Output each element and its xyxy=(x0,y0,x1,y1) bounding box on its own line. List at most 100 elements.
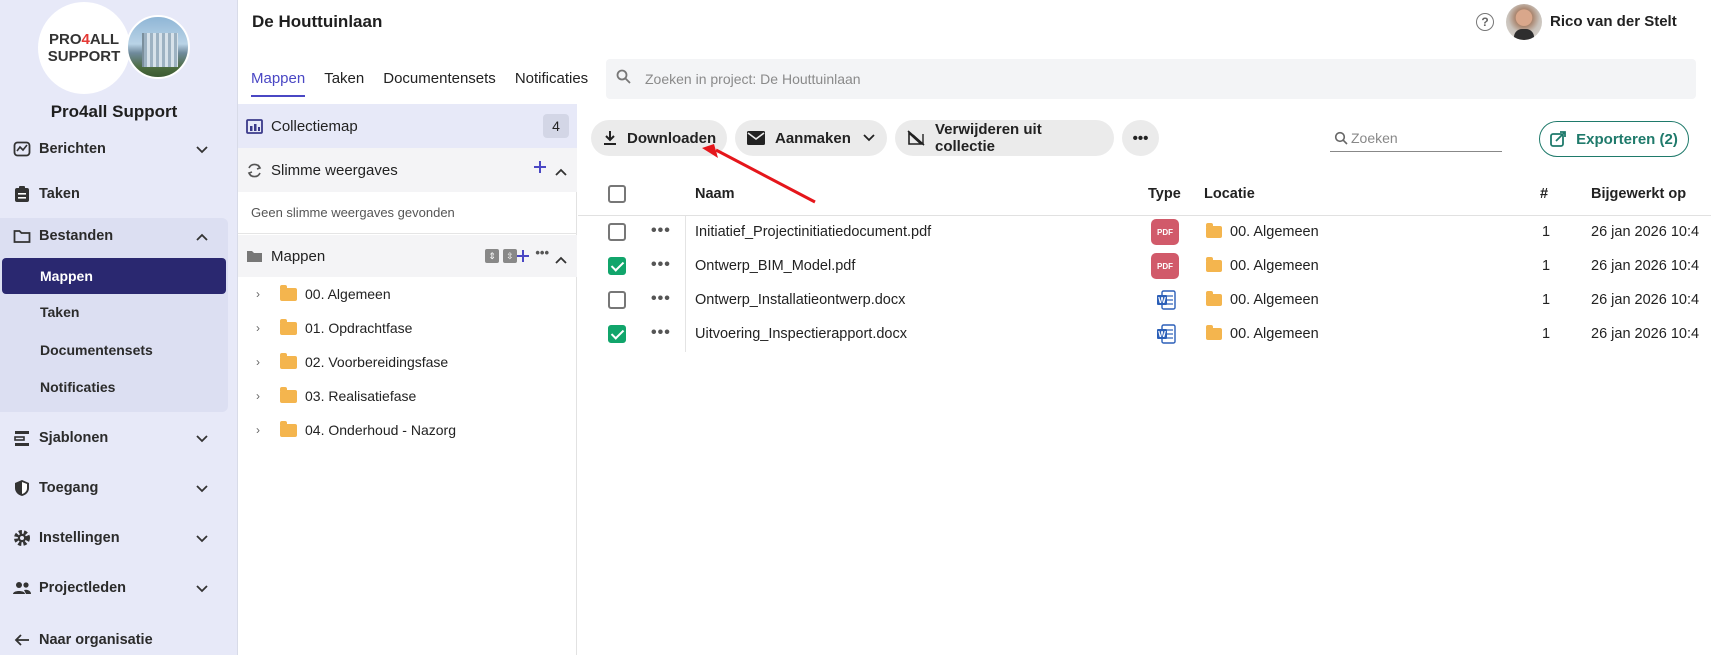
tab-mappen[interactable]: Mappen xyxy=(238,58,311,100)
filter-placeholder: Zoeken xyxy=(1351,129,1398,146)
sidebar-item-notificaties[interactable]: Notificaties xyxy=(2,369,226,405)
folder-tree-item[interactable]: › 02. Voorbereidingsfase xyxy=(238,345,577,379)
nav-naar-organisatie[interactable]: Naar organisatie xyxy=(0,622,228,655)
file-location[interactable]: 00. Algemeen xyxy=(1230,224,1319,240)
no-smart-views-text: Geen slimme weergaves gevonden xyxy=(238,192,577,234)
chevron-right-icon[interactable]: › xyxy=(256,423,272,437)
add-icon[interactable] xyxy=(533,160,547,178)
file-location[interactable]: 00. Algemeen xyxy=(1230,258,1319,274)
nav-projectleden[interactable]: Projectleden xyxy=(0,570,228,606)
more-actions-button[interactable]: ••• xyxy=(1122,120,1159,156)
expand-all-icon[interactable]: ⇕ xyxy=(485,249,499,263)
file-updated: 26 jan 2026 10:4 xyxy=(1591,292,1700,308)
file-name[interactable]: Ontwerp_BIM_Model.pdf xyxy=(695,258,855,274)
organization-name: Pro4all Support xyxy=(50,102,178,121)
row-more-icon[interactable]: ••• xyxy=(651,256,671,274)
search-icon xyxy=(1334,131,1348,145)
row-checkbox[interactable] xyxy=(608,291,626,309)
folder-tree-item[interactable]: › 03. Realisatiefase xyxy=(238,379,577,413)
pdf-icon: PDF xyxy=(1151,219,1179,245)
chevron-right-icon[interactable]: › xyxy=(256,355,272,369)
nav-label: Sjablonen xyxy=(39,430,109,446)
file-name[interactable]: Uitvoering_Inspectierapport.docx xyxy=(695,326,907,342)
folder-label: 03. Realisatiefase xyxy=(305,388,417,404)
select-all-checkbox[interactable] xyxy=(608,185,626,203)
chevron-right-icon[interactable]: › xyxy=(256,287,272,301)
folder-icon xyxy=(246,249,263,263)
row-checkbox[interactable] xyxy=(608,257,626,275)
export-icon xyxy=(1550,131,1567,147)
page-title: De Houttuinlaan xyxy=(252,12,383,31)
export-button[interactable]: Exporteren (2) xyxy=(1539,121,1689,157)
row-checkbox[interactable] xyxy=(608,325,626,343)
file-count: 1 xyxy=(1542,292,1551,308)
organization-logo: PRO4ALL SUPPORT xyxy=(38,2,194,94)
filter-search-input[interactable]: Zoeken xyxy=(1330,124,1502,152)
chevron-down-icon xyxy=(863,134,875,142)
chevron-up-icon[interactable] xyxy=(555,163,567,180)
search-placeholder: Zoeken in project: De Houttuinlaan xyxy=(645,71,861,87)
folder-icon xyxy=(280,420,297,437)
nav-bestanden[interactable]: Bestanden xyxy=(0,218,228,254)
nav-label: Projectleden xyxy=(39,580,127,596)
help-icon[interactable]: ? xyxy=(1476,13,1494,31)
logo-text-pro: PRO xyxy=(48,31,82,48)
folder-icon xyxy=(280,386,297,403)
collectiemap-row[interactable]: Collectiemap 4 xyxy=(238,104,577,148)
row-more-icon[interactable]: ••• xyxy=(651,290,671,308)
slimme-weergaves-header[interactable]: Slimme weergaves xyxy=(238,148,577,192)
chevron-down-icon xyxy=(196,581,208,597)
tab-documentensets[interactable]: Documentensets xyxy=(370,58,502,100)
folder-tree-item[interactable]: › 04. Onderhoud - Nazorg xyxy=(238,413,577,447)
nav-berichten[interactable]: Berichten xyxy=(0,131,228,167)
column-updated[interactable]: Bijgewerkt op xyxy=(1591,186,1686,202)
table-row[interactable]: ••• Initiatief_Projectinitiatiedocument.… xyxy=(578,216,1711,250)
file-count: 1 xyxy=(1542,224,1551,240)
chevron-right-icon[interactable]: › xyxy=(256,321,272,335)
column-location[interactable]: Locatie xyxy=(1204,186,1255,202)
logo-text-all: ALL xyxy=(89,31,120,48)
tab-taken[interactable]: Taken xyxy=(311,58,370,100)
file-name[interactable]: Ontwerp_Installatieontwerp.docx xyxy=(695,292,905,308)
nav-instellingen[interactable]: Instellingen xyxy=(0,520,228,556)
sidebar-item-mappen[interactable]: Mappen xyxy=(2,258,226,294)
file-name[interactable]: Initiatief_Projectinitiatiedocument.pdf xyxy=(695,224,931,240)
user-name[interactable]: Rico van der Stelt xyxy=(1550,13,1677,30)
table-row[interactable]: ••• Ontwerp_Installatieontwerp.docx W 00… xyxy=(578,284,1711,318)
people-icon xyxy=(12,578,32,598)
column-count[interactable]: # xyxy=(1540,186,1548,202)
row-more-icon[interactable]: ••• xyxy=(651,324,671,342)
collectiemap-count: 4 xyxy=(543,114,569,138)
sidebar-item-documentensets[interactable]: Documentensets xyxy=(2,332,226,368)
folder-tree-item[interactable]: › 01. Opdrachtfase xyxy=(238,311,577,345)
nav-toegang[interactable]: Toegang xyxy=(0,470,228,506)
nav-taken[interactable]: Taken xyxy=(0,176,228,212)
svg-text:W: W xyxy=(1158,330,1166,339)
chevron-down-icon xyxy=(196,142,208,158)
folder-tree-item[interactable]: › 00. Algemeen xyxy=(238,277,577,311)
file-location[interactable]: 00. Algemeen xyxy=(1230,292,1319,308)
collapse-all-icon[interactable]: ⇳ xyxy=(503,249,517,263)
row-more-icon[interactable]: ••• xyxy=(651,222,671,240)
more-icon[interactable]: ••• xyxy=(535,245,549,260)
nav-sjablonen[interactable]: Sjablonen xyxy=(0,420,228,456)
remove-from-collection-button[interactable]: Verwijderen uit collectie xyxy=(895,120,1114,156)
table-row[interactable]: ••• Ontwerp_BIM_Model.pdf PDF 00. Algeme… xyxy=(578,250,1711,284)
avatar[interactable] xyxy=(1506,4,1542,40)
row-checkbox[interactable] xyxy=(608,223,626,241)
mappen-header[interactable]: Mappen ⇕ ⇳ ••• xyxy=(238,235,577,277)
tab-notificaties[interactable]: Notificaties xyxy=(502,58,594,100)
file-updated: 26 jan 2026 10:4 xyxy=(1591,326,1700,342)
annotation-arrow xyxy=(702,144,816,204)
chevron-right-icon[interactable]: › xyxy=(256,389,272,403)
folder-label: 02. Voorbereidingsfase xyxy=(305,354,449,370)
column-type[interactable]: Type xyxy=(1148,186,1181,202)
table-row[interactable]: ••• Uitvoering_Inspectierapport.docx W 0… xyxy=(578,318,1711,352)
add-folder-icon[interactable] xyxy=(517,249,529,266)
svg-text:W: W xyxy=(1158,296,1166,305)
sidebar-item-taken[interactable]: Taken xyxy=(2,294,226,330)
folder-label: 00. Algemeen xyxy=(305,286,391,302)
file-location[interactable]: 00. Algemeen xyxy=(1230,326,1319,342)
project-search-input[interactable]: Zoeken in project: De Houttuinlaan xyxy=(606,59,1696,99)
chevron-up-icon[interactable] xyxy=(555,251,567,268)
